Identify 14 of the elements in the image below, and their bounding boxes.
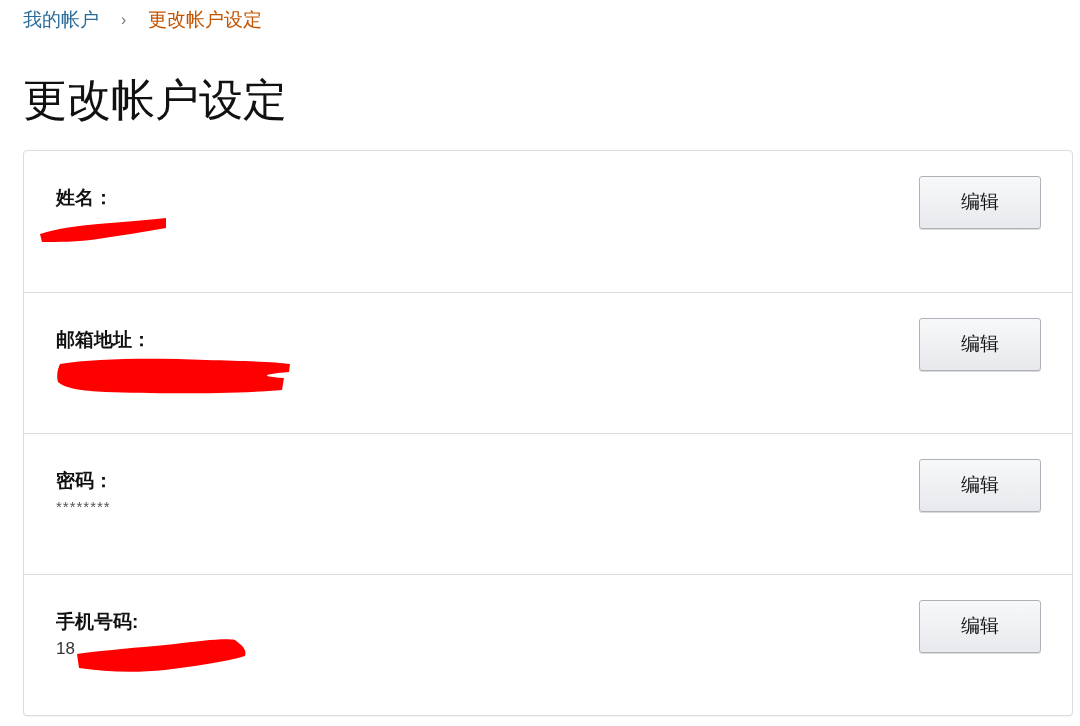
breadcrumb-separator: › — [121, 10, 127, 30]
edit-button[interactable]: 编辑 — [919, 318, 1041, 371]
field-label: 姓名： — [56, 186, 113, 210]
page-title: 更改帐户设定 — [23, 75, 287, 125]
edit-button[interactable]: 编辑 — [919, 459, 1041, 512]
field-label: 手机号码: — [56, 610, 139, 634]
breadcrumb-current[interactable]: 更改帐户设定 — [148, 5, 263, 35]
field-label: 邮箱地址： — [56, 328, 151, 352]
edit-button[interactable]: 编辑 — [919, 176, 1041, 229]
edit-button[interactable]: 编辑 — [919, 600, 1041, 653]
breadcrumb-link[interactable]: 我的帐户 — [23, 5, 99, 35]
field-label: 密码： — [56, 469, 113, 493]
field-value: ******** — [56, 497, 111, 517]
field-value: 18 — [56, 638, 75, 660]
